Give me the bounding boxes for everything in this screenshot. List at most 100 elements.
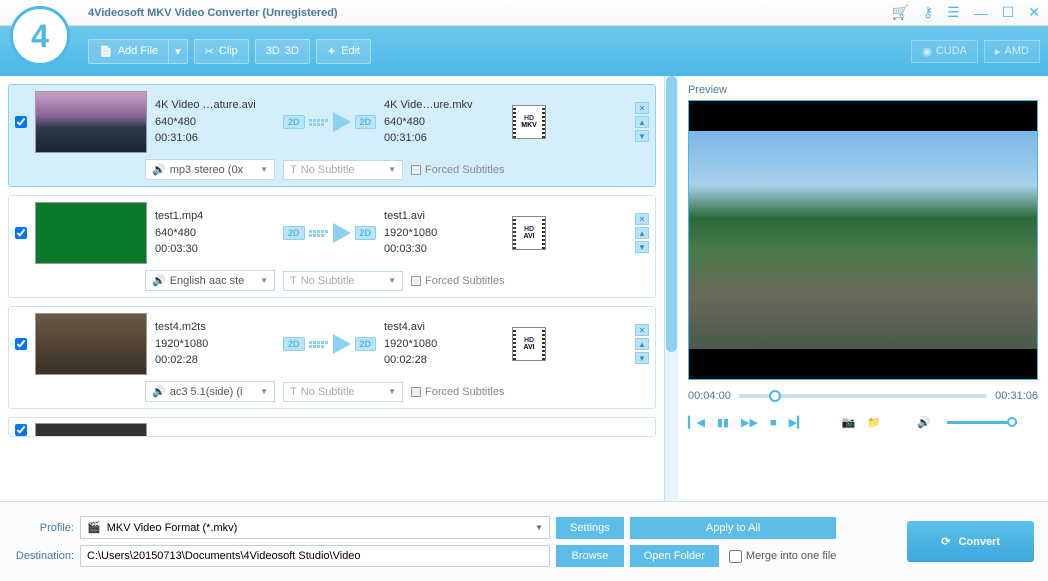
conversion-arrow: 2D 2D: [283, 223, 376, 243]
subtitle-icon: T: [290, 386, 297, 398]
apply-to-all-button[interactable]: Apply to All: [630, 517, 837, 539]
move-up-icon[interactable]: ▲: [635, 116, 649, 128]
file-thumbnail: [35, 423, 147, 437]
open-folder-icon[interactable]: 📁: [867, 416, 881, 429]
merge-checkbox-input[interactable]: [729, 550, 742, 563]
subtitle-dropdown[interactable]: T No Subtitle ▼: [283, 160, 403, 180]
forced-subtitles-icon: [411, 276, 421, 286]
prev-icon[interactable]: ▎◀: [688, 416, 705, 429]
file-item[interactable]: [8, 417, 656, 437]
file-checkbox[interactable]: [15, 227, 27, 239]
destination-duration: 00:03:30: [384, 241, 504, 258]
chevron-down-icon: ▼: [260, 276, 268, 285]
file-thumbnail: [35, 313, 147, 375]
subtitle-icon: T: [290, 275, 297, 287]
profile-dropdown[interactable]: 🎬 MKV Video Format (*.mkv) ▼: [80, 516, 550, 539]
file-thumbnail: [35, 91, 147, 153]
file-item[interactable]: 4K Video …ature.avi 640*480 00:31:06 2D …: [8, 84, 656, 187]
cuda-button[interactable]: ◉ CUDA: [911, 40, 978, 63]
next-icon[interactable]: ▶▎: [789, 416, 806, 429]
amd-button[interactable]: ▸ AMD: [984, 40, 1040, 63]
format-icon[interactable]: HDAVI: [512, 327, 546, 361]
destination-input[interactable]: C:\Users\20150713\Documents\4Videosoft S…: [80, 545, 550, 567]
toolbar: 4 📄 Add File ▾ ✂ Clip 3D 3D ✦ Edit: [0, 26, 1048, 76]
wand-icon: ✦: [327, 45, 336, 58]
destination-label: Destination:: [14, 550, 74, 562]
pause-icon[interactable]: ▮▮: [717, 416, 729, 429]
move-down-icon[interactable]: ▼: [635, 241, 649, 253]
subtitle-value: No Subtitle: [301, 164, 355, 176]
move-up-icon[interactable]: ▲: [635, 227, 649, 239]
move-down-icon[interactable]: ▼: [635, 130, 649, 142]
volume-slider[interactable]: [947, 421, 1017, 424]
refresh-icon: ⟳: [941, 535, 950, 548]
file-list-panel: 4K Video …ature.avi 640*480 00:31:06 2D …: [0, 76, 664, 501]
audio-track-value: ac3 5.1(side) (i: [170, 386, 243, 398]
file-item[interactable]: test1.mp4 640*480 00:03:30 2D 2D test1.a…: [8, 195, 656, 298]
cart-icon[interactable]: 🛒: [891, 4, 908, 21]
remove-item-icon[interactable]: ✕: [635, 102, 649, 114]
forced-subtitles: Forced Subtitles: [411, 164, 504, 176]
close-icon[interactable]: ✕: [1028, 4, 1040, 21]
convert-button[interactable]: ⟳ Convert: [907, 521, 1034, 562]
add-file-dropdown[interactable]: ▾: [168, 39, 188, 64]
file-checkbox[interactable]: [15, 338, 27, 350]
format-icon[interactable]: HDAVI: [512, 216, 546, 250]
add-file-button[interactable]: 📄 Add File: [88, 39, 168, 64]
edit-label: Edit: [341, 45, 360, 57]
file-checkbox[interactable]: [15, 116, 27, 128]
destination-filename: 4K Vide…ure.mkv: [384, 97, 504, 114]
forward-icon[interactable]: ▶▶: [741, 416, 758, 429]
minimize-icon[interactable]: —: [974, 5, 988, 21]
audio-track-dropdown[interactable]: 🔊 ac3 5.1(side) (i ▼: [145, 381, 275, 402]
audio-track-value: English aac ste: [170, 275, 245, 287]
file-checkbox[interactable]: [15, 424, 27, 436]
snapshot-icon[interactable]: 📷: [842, 416, 856, 429]
destination-resolution: 1920*1080: [384, 225, 504, 242]
subtitle-dropdown[interactable]: T No Subtitle ▼: [283, 382, 403, 402]
format-icon[interactable]: HDMKV: [512, 105, 546, 139]
file-thumbnail: [35, 202, 147, 264]
subtitle-dropdown[interactable]: T No Subtitle ▼: [283, 271, 403, 291]
add-file-label: Add File: [118, 45, 158, 57]
menu-icon[interactable]: ☰: [947, 4, 960, 21]
profile-label: Profile:: [14, 522, 74, 534]
seek-slider[interactable]: [739, 394, 987, 398]
move-up-icon[interactable]: ▲: [635, 338, 649, 350]
source-resolution: 1920*1080: [155, 336, 275, 353]
browse-button[interactable]: Browse: [556, 545, 624, 567]
source-filename: test4.m2ts: [155, 319, 275, 336]
clip-button[interactable]: ✂ Clip: [194, 39, 249, 64]
two-d-badge: 2D: [283, 226, 305, 240]
open-folder-button[interactable]: Open Folder: [630, 545, 719, 567]
forced-subtitles-label: Forced Subtitles: [425, 275, 504, 287]
destination-filename: test1.avi: [384, 208, 504, 225]
stop-icon[interactable]: ■: [770, 417, 777, 429]
chevron-down-icon: ▼: [535, 523, 543, 532]
file-item[interactable]: test4.m2ts 1920*1080 00:02:28 2D 2D test…: [8, 306, 656, 409]
move-down-icon[interactable]: ▼: [635, 352, 649, 364]
destination-value: C:\Users\20150713\Documents\4Videosoft S…: [87, 550, 361, 562]
total-time: 00:31:06: [995, 390, 1038, 402]
preview-video[interactable]: [688, 100, 1038, 380]
maximize-icon[interactable]: ☐: [1002, 4, 1015, 21]
remove-item-icon[interactable]: ✕: [635, 324, 649, 336]
remove-item-icon[interactable]: ✕: [635, 213, 649, 225]
key-icon[interactable]: ⚷: [923, 4, 933, 21]
add-file-icon: 📄: [99, 45, 113, 58]
destination-info: test1.avi 1920*1080 00:03:30: [384, 208, 504, 258]
merge-checkbox[interactable]: Merge into one file: [729, 550, 837, 563]
titlebar: 4Videosoft MKV Video Converter (Unregist…: [0, 0, 1048, 26]
file-list-scrollbar[interactable]: [664, 76, 678, 501]
settings-button[interactable]: Settings: [556, 517, 624, 539]
three-d-button[interactable]: 3D 3D: [255, 39, 310, 64]
audio-track-dropdown[interactable]: 🔊 mp3 stereo (0x ▼: [145, 159, 275, 180]
source-duration: 00:02:28: [155, 352, 275, 369]
volume-icon[interactable]: 🔊: [917, 416, 931, 429]
destination-duration: 00:02:28: [384, 352, 504, 369]
edit-button[interactable]: ✦ Edit: [316, 39, 371, 64]
audio-track-dropdown[interactable]: 🔊 English aac ste ▼: [145, 270, 275, 291]
merge-label: Merge into one file: [746, 550, 837, 562]
source-resolution: 640*480: [155, 225, 275, 242]
chevron-down-icon: ▼: [388, 276, 396, 285]
